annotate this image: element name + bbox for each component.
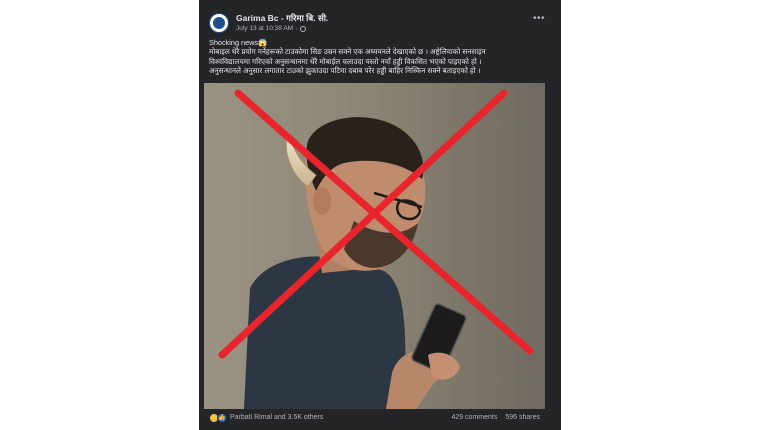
post-text-line: विश्वविद्यालयमा गरिएको अनुसन्धानमा धेरै …	[209, 56, 482, 66]
comments-count[interactable]: 429 comments	[451, 414, 497, 421]
avatar-logo	[213, 17, 225, 29]
post-text-line: अनुसन्धानले अनुसार लगातार टाउको झुकाउदा …	[209, 65, 481, 75]
ear	[313, 187, 331, 215]
post-text-line: मोबाइल धेरै प्रयोग गर्नेहरूको टाउकोमा सि…	[209, 47, 486, 57]
reaction-summary[interactable]: Parbati Rimal and 3.5K others	[230, 414, 323, 421]
post-text-line: Shocking news😱	[209, 38, 268, 47]
avatar[interactable]	[209, 13, 229, 33]
author-name[interactable]: Garima Bc - गरिमा बि. सी.	[236, 13, 328, 24]
like-reaction-icon[interactable]: 👍	[217, 413, 227, 423]
shares-count[interactable]: 596 shares	[505, 414, 540, 421]
post-timestamp[interactable]: July 13 at 10:38 AM	[236, 25, 293, 32]
post-header: Garima Bc - गरिमा बि. सी. July 13 at 10:…	[209, 11, 551, 37]
photo-illustration	[204, 83, 545, 409]
post-footer: 👍 Parbati Rimal and 3.5K others 429 comm…	[199, 410, 561, 430]
post-text: Shocking news😱 मोबाइल धेरै प्रयोग गर्नेह…	[209, 38, 549, 75]
post-photo[interactable]	[204, 83, 545, 409]
globe-icon	[300, 25, 307, 32]
meta-separator: ·	[295, 25, 298, 32]
post-card: Garima Bc - गरिमा बि. सी. July 13 at 10:…	[199, 0, 561, 430]
more-options-icon[interactable]: •••	[533, 14, 545, 24]
post-meta: July 13 at 10:38 AM ·	[236, 25, 307, 32]
post-stats: 429 comments 596 shares	[451, 414, 540, 421]
shirt	[244, 256, 406, 409]
